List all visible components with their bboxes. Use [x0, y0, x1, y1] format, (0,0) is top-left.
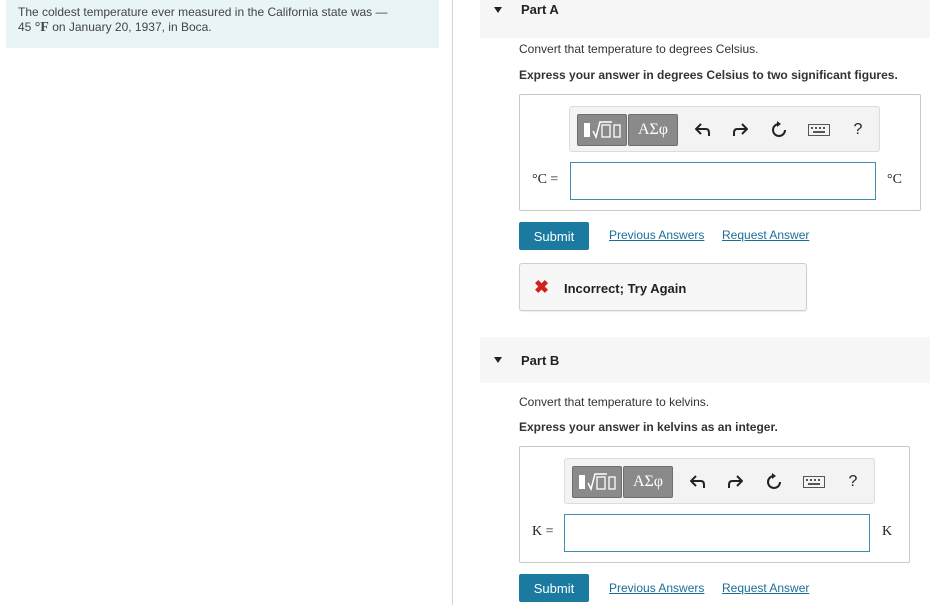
problem-panel: The coldest temperature ever measured in… — [0, 0, 453, 605]
temperature-value: 45 — [18, 20, 32, 34]
celsius-variable-label: °C = — [532, 172, 559, 187]
templates-button[interactable] — [572, 466, 622, 498]
part-b-previous-answers-link[interactable]: Previous Answers — [609, 581, 704, 595]
greek-symbols-button[interactable]: ΑΣφ — [623, 466, 673, 498]
part-b-request-answer-link[interactable]: Request Answer — [722, 581, 809, 595]
undo-icon[interactable] — [692, 119, 714, 141]
celsius-unit-label: °C — [887, 172, 902, 187]
help-button[interactable]: ? — [847, 119, 869, 141]
part-b-submit-button[interactable]: Submit — [519, 574, 589, 602]
templates-button[interactable] — [577, 114, 627, 146]
undo-icon[interactable] — [687, 471, 709, 493]
collapse-triangle-icon[interactable] — [494, 7, 502, 13]
feedback-message: Incorrect; Try Again — [564, 281, 687, 296]
temperature-unit: °F — [34, 20, 49, 35]
intro-text-line2: on January 20, 1937, in Boca. — [48, 20, 212, 34]
part-a-instruction: Express your answer in degrees Celsius t… — [519, 68, 898, 82]
part-a-previous-answers-link[interactable]: Previous Answers — [609, 228, 704, 242]
math-toolbar: ΑΣφ ? — [569, 106, 880, 152]
problem-intro: The coldest temperature ever measured in… — [6, 0, 439, 48]
keyboard-icon[interactable] — [802, 471, 826, 493]
redo-icon[interactable] — [724, 471, 746, 493]
intro-text-line1: The coldest temperature ever measured in… — [18, 5, 388, 19]
part-a-submit-button[interactable]: Submit — [519, 222, 589, 250]
reset-icon[interactable] — [768, 119, 790, 141]
part-a-label: Part A — [521, 2, 559, 17]
math-toolbar: ΑΣφ ? — [564, 458, 875, 504]
part-b-answer-box: ΑΣφ ? K = K — [519, 446, 910, 563]
templates-sqrt-icon — [584, 121, 621, 140]
reset-icon[interactable] — [763, 471, 785, 493]
part-b-instruction: Express your answer in kelvins as an int… — [519, 420, 778, 434]
x-mark-icon: ✖ — [534, 277, 550, 297]
part-b-prompt: Convert that temperature to kelvins. — [519, 395, 710, 409]
celsius-answer-input[interactable] — [570, 162, 876, 200]
templates-sqrt-icon — [579, 473, 616, 492]
kelvin-variable-label: K = — [532, 524, 554, 539]
redo-icon[interactable] — [729, 119, 751, 141]
part-b-header[interactable]: Part B — [480, 337, 930, 383]
keyboard-icon[interactable] — [807, 119, 831, 141]
part-a-answer-box: ΑΣφ ? °C = °C — [519, 94, 921, 211]
part-a-header[interactable]: Part A — [480, 0, 930, 38]
part-a-request-answer-link[interactable]: Request Answer — [722, 228, 809, 242]
kelvin-unit-label: K — [882, 524, 893, 539]
help-button[interactable]: ? — [842, 471, 864, 493]
greek-symbols-button[interactable]: ΑΣφ — [628, 114, 678, 146]
collapse-triangle-icon[interactable] — [494, 357, 502, 363]
part-b-label: Part B — [521, 353, 560, 368]
part-a-feedback: ✖ Incorrect; Try Again — [519, 263, 807, 311]
part-a-prompt: Convert that temperature to degrees Cels… — [519, 42, 759, 56]
kelvin-answer-input[interactable] — [564, 514, 870, 552]
